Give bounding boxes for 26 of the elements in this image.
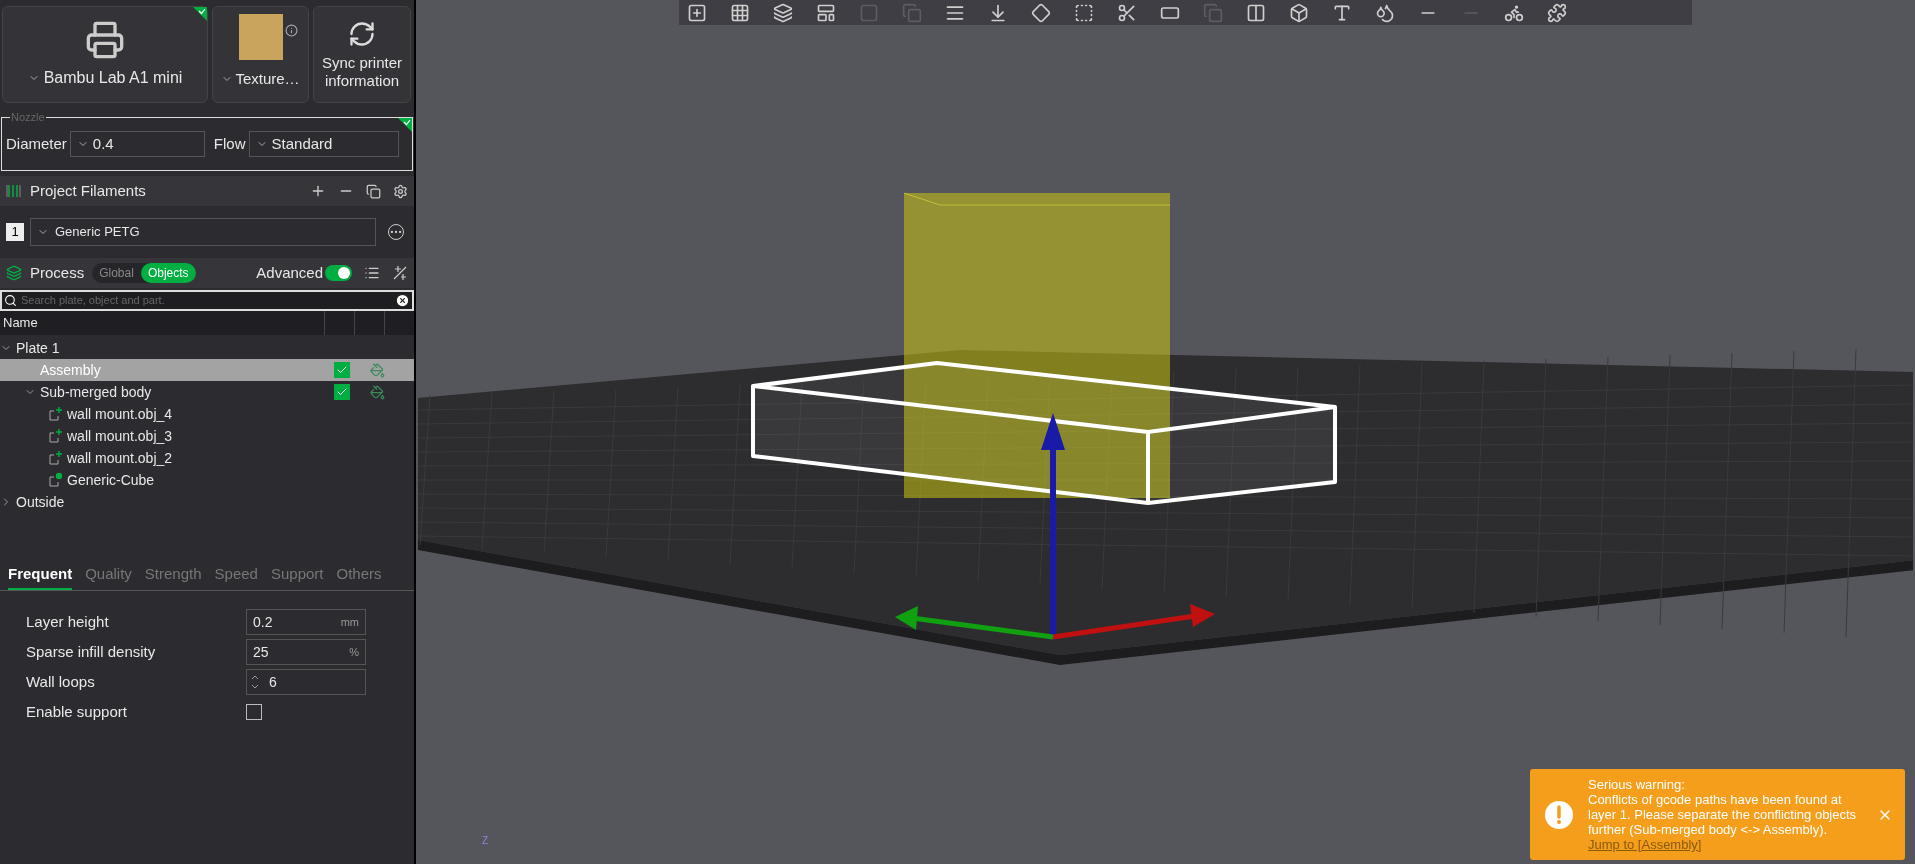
tree-item-label: Outside: [16, 492, 65, 512]
field-label: Diameter: [6, 133, 67, 154]
tree-item-label: Assembly: [40, 360, 101, 380]
tree-item-label: wall mount.obj_4: [67, 404, 173, 424]
tree-item-label: wall mount.obj_3: [67, 426, 173, 446]
unit-label: %: [349, 644, 359, 660]
warning-title: Serious warning:: [1588, 777, 1686, 792]
section-title: Project Filaments: [30, 180, 147, 201]
unit-label: mm: [340, 614, 359, 630]
advanced-label: Advanced: [256, 262, 323, 283]
printer-name: Bambu Lab A1 mini: [43, 68, 183, 88]
setting-label: Wall loops: [26, 671, 96, 692]
warning-message: Conflicts of gcode paths have been found at layer 1. Please separate the conflicting objects further (Sub-merged body <-> Assembly).: [1588, 792, 1858, 837]
tree-item-label: wall mount.obj_2: [67, 448, 173, 468]
column-header: Name: [2, 314, 39, 333]
tree-item-label: Sub-merged body: [40, 382, 152, 402]
axis-label: Z: [482, 834, 489, 848]
filament-index: 1: [6, 223, 24, 241]
setting-label: Sparse infill density: [26, 641, 157, 662]
tree-item-label: Generic-Cube: [67, 470, 155, 490]
tree-item-label: Plate 1: [16, 338, 60, 358]
setting-label: Layer height: [26, 611, 110, 632]
setting-label: Enable support: [26, 701, 128, 722]
plate-name: Texture…: [235, 68, 300, 89]
field-label: Flow: [213, 133, 246, 154]
section-title: Process: [30, 262, 85, 283]
